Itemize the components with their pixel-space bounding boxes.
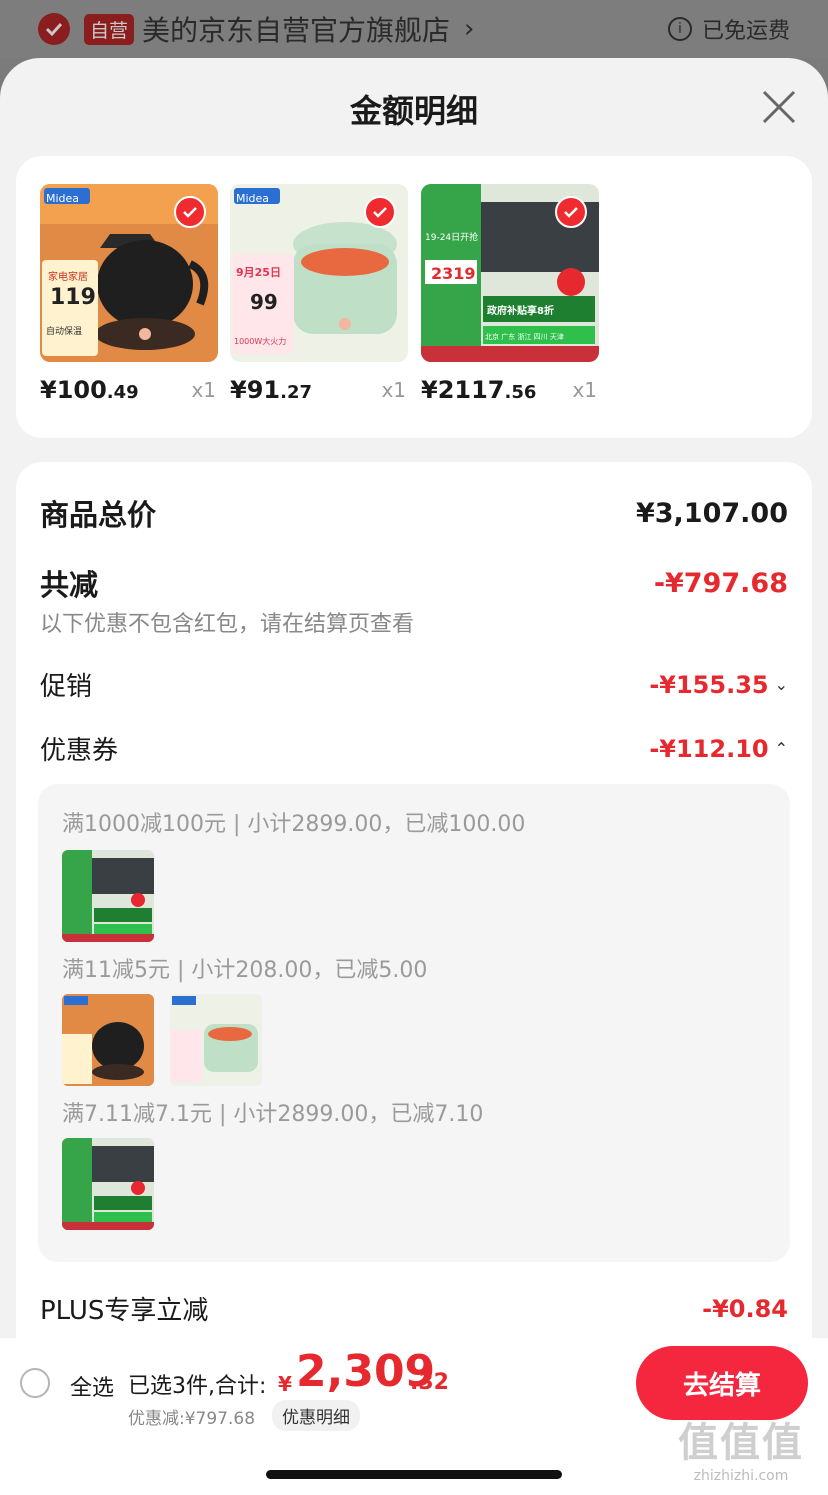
svg-text:北京 广东 浙江 四川 天津: 北京 广东 浙江 四川 天津: [485, 332, 564, 341]
discount-detail-button[interactable]: 优惠明细: [272, 1400, 360, 1431]
shipping-status[interactable]: i 已免运费: [667, 13, 790, 45]
svg-text:2319: 2319: [431, 264, 476, 283]
total-amount-decimal: .32: [410, 1370, 449, 1395]
product-image[interactable]: 9月25日 99 Midea 1000W大火力: [230, 184, 408, 362]
shipping-label: 已免运费: [701, 19, 790, 44]
chevron-right-icon[interactable]: ›: [464, 14, 474, 44]
reduce-note: 以下优惠不包含红包，请在结算页查看: [40, 612, 415, 637]
discount-summary: 优惠减:¥797.68: [128, 1409, 256, 1429]
checkout-button[interactable]: 去结算: [636, 1346, 808, 1420]
svg-text:99: 99: [250, 290, 278, 314]
svg-text:9月25日: 9月25日: [236, 266, 281, 279]
promotion-row[interactable]: 促销 -¥155.35 ⌄: [40, 666, 788, 703]
info-icon: i: [667, 17, 692, 41]
home-indicator[interactable]: [266, 1470, 562, 1479]
store-name[interactable]: 美的京东自营官方旗舰店: [142, 9, 450, 49]
checkout-bar: 全选 已选3件,合计: ¥ 2,309 .32 优惠减:¥797.68 优惠明细…: [0, 1338, 828, 1495]
total-reduce-row: 共减 -¥797.68: [40, 562, 788, 604]
coupon-line: 满11减5元 | 小计208.00，已减5.00: [62, 958, 428, 983]
select-all-label[interactable]: 全选: [70, 1370, 114, 1402]
amount-detail-sheet: 金额明细 119 Midea 家电家居 自动保温 ¥100.49 x1 9月25…: [0, 58, 828, 1495]
svg-text:1000W大火力: 1000W大火力: [234, 336, 286, 346]
svg-text:Midea: Midea: [236, 192, 269, 205]
total-reduce-label: 共减: [40, 568, 99, 602]
svg-text:自动保温: 自动保温: [46, 325, 82, 337]
selected-check-icon[interactable]: [555, 196, 587, 228]
store-check-icon[interactable]: [38, 13, 70, 45]
self-operated-tag: 自营: [84, 13, 135, 45]
watermark: 值值值 zhizhizhi.com: [666, 1410, 816, 1484]
price-details-card: 商品总价 ¥3,107.00 共减 -¥797.68 以下优惠不包含红包，请在结…: [16, 462, 812, 1362]
svg-text:家电家居: 家电家居: [48, 270, 88, 283]
coupon-value[interactable]: -¥112.10 ⌃: [649, 735, 788, 763]
product-price: ¥100.49: [40, 376, 139, 404]
total-reduce-value: -¥797.68: [653, 567, 788, 599]
product-quantity: x1: [191, 378, 216, 402]
coupon-detail-box: 满1000减100元 | 小计2899.00，已减100.00 满11减5元 |…: [38, 784, 790, 1262]
selected-check-icon[interactable]: [174, 196, 206, 228]
product-price: ¥91.27: [230, 376, 312, 404]
promotion-label: 促销: [40, 672, 93, 702]
chevron-up-icon[interactable]: ⌃: [775, 739, 788, 758]
product-quantity: x1: [381, 378, 406, 402]
coupon-row[interactable]: 优惠券 -¥112.10 ⌃: [40, 730, 788, 767]
coupon-line: 满7.11减7.1元 | 小计2899.00，已减7.10: [62, 1102, 484, 1127]
store-header: 自营 美的京东自营官方旗舰店 › i 已免运费: [0, 0, 828, 58]
product-item[interactable]: 9月25日 99 Midea 1000W大火力 ¥91.27 x1: [230, 184, 408, 404]
close-icon[interactable]: [760, 88, 798, 126]
product-item[interactable]: 119 Midea 家电家居 自动保温 ¥100.49 x1: [40, 184, 218, 404]
plus-discount-value: -¥0.84: [702, 1294, 788, 1323]
product-image-price: 119: [50, 285, 96, 310]
products-card: 119 Midea 家电家居 自动保温 ¥100.49 x1 9月25日 99 …: [16, 156, 812, 438]
select-all-radio[interactable]: [20, 1368, 50, 1398]
product-item[interactable]: 19-24日开抢 2319 政府补贴享8折 北京 广东 浙江 四川 天津 ¥21…: [421, 184, 599, 404]
watermark-logo: 值值值: [678, 1420, 804, 1466]
coupon-label: 优惠券: [40, 736, 119, 766]
svg-text:19-24日开抢: 19-24日开抢: [425, 231, 478, 243]
coupon-product-thumb: [62, 1138, 154, 1230]
total-currency: ¥: [278, 1372, 292, 1396]
plus-discount-row: PLUS专享立减 -¥0.84: [40, 1290, 788, 1327]
selected-check-icon[interactable]: [364, 196, 396, 228]
product-image[interactable]: 119 Midea 家电家居 自动保温: [40, 184, 218, 362]
product-price: ¥2117.56: [421, 376, 537, 404]
selected-count-text: 已选3件,合计:: [128, 1374, 267, 1399]
goods-total-row: 商品总价 ¥3,107.00: [40, 492, 788, 534]
sheet-title: 金额明细: [349, 92, 478, 130]
promotion-value[interactable]: -¥155.35 ⌄: [649, 671, 788, 699]
coupon-product-thumb: [170, 994, 262, 1086]
watermark-url: zhizhizhi.com: [693, 1468, 789, 1484]
coupon-product-thumb: [62, 994, 154, 1086]
plus-discount-label: PLUS专享立减: [40, 1296, 209, 1326]
goods-total-label: 商品总价: [40, 498, 157, 532]
product-image[interactable]: 19-24日开抢 2319 政府补贴享8折 北京 广东 浙江 四川 天津: [421, 184, 599, 362]
chevron-down-icon[interactable]: ⌄: [775, 675, 788, 694]
coupon-line: 满1000减100元 | 小计2899.00，已减100.00: [62, 812, 526, 837]
product-quantity: x1: [572, 378, 597, 402]
goods-total-value: ¥3,107.00: [635, 497, 788, 529]
svg-text:Midea: Midea: [46, 192, 79, 205]
coupon-product-thumb: [62, 850, 154, 942]
svg-text:政府补贴享8折: 政府补贴享8折: [487, 304, 554, 317]
